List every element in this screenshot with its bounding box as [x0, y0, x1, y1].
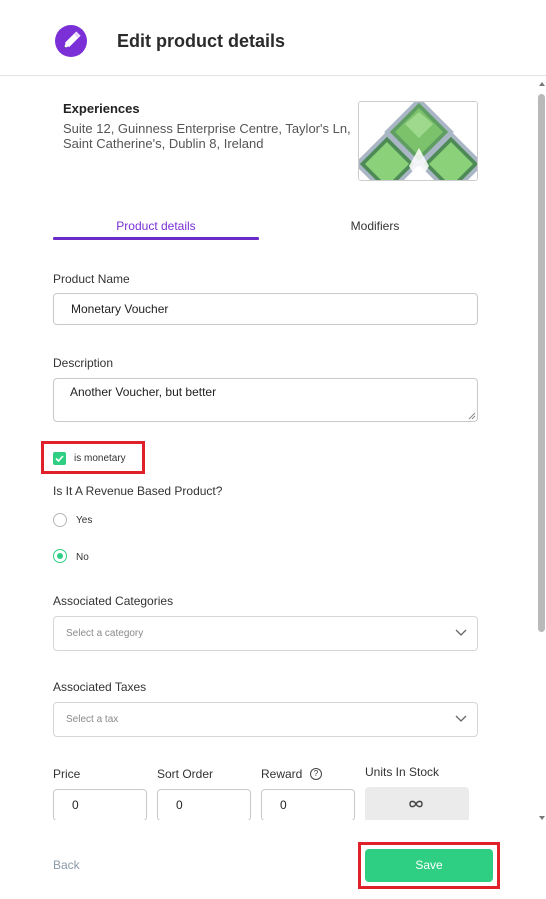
- category-placeholder: Select a category: [66, 628, 144, 639]
- header-bar: Edit product details: [0, 0, 546, 76]
- radio-no-label: No: [76, 552, 89, 563]
- radio-yes-label: Yes: [76, 515, 93, 526]
- edit-pencil-icon: [55, 25, 87, 57]
- tab-product-details[interactable]: Product details: [53, 219, 259, 233]
- experience-address: Suite 12, Guinness Enterprise Centre, Ta…: [63, 121, 351, 151]
- taxes-label: Associated Taxes: [53, 680, 147, 694]
- scroll-up-arrow-icon[interactable]: [539, 82, 545, 86]
- resize-grip-icon[interactable]: [468, 412, 476, 420]
- infinity-icon: [409, 800, 423, 808]
- tab-modifiers[interactable]: Modifiers: [272, 219, 478, 233]
- product-name-label: Product Name: [53, 272, 130, 286]
- experience-title: Experiences: [63, 101, 140, 116]
- form-scroll-area[interactable]: Experiences Suite 12, Guinness Enterpris…: [0, 77, 546, 820]
- units-in-stock-toggle[interactable]: [365, 787, 469, 820]
- product-image[interactable]: [358, 101, 478, 181]
- sort-order-label: Sort Order: [157, 767, 214, 781]
- help-question-icon[interactable]: ?: [310, 768, 322, 780]
- radio-revenue-no[interactable]: [53, 549, 67, 563]
- categories-label: Associated Categories: [53, 594, 174, 608]
- reward-input[interactable]: 0: [261, 789, 355, 820]
- chevron-down-icon: [455, 629, 467, 636]
- active-tab-indicator: [53, 237, 259, 240]
- vertical-scrollbar[interactable]: [537, 80, 546, 822]
- description-text: Another Voucher, but better: [70, 385, 217, 399]
- sort-order-input[interactable]: 0: [157, 789, 251, 820]
- units-in-stock-label: Units In Stock: [365, 765, 440, 779]
- revenue-question: Is It A Revenue Based Product?: [53, 484, 223, 498]
- is-monetary-label: is monetary: [74, 453, 126, 464]
- category-select[interactable]: Select a category: [53, 616, 478, 651]
- tax-placeholder: Select a tax: [66, 714, 119, 725]
- page-title: Edit product details: [117, 31, 286, 51]
- price-input[interactable]: 0: [53, 789, 147, 820]
- description-textarea[interactable]: Another Voucher, but better: [53, 378, 478, 422]
- scroll-thumb[interactable]: [538, 94, 545, 632]
- scroll-down-arrow-icon[interactable]: [539, 816, 545, 820]
- description-label: Description: [53, 356, 114, 370]
- back-button[interactable]: Back: [53, 858, 80, 872]
- is-monetary-checkbox[interactable]: [53, 452, 66, 465]
- reward-label: Reward: [261, 767, 303, 781]
- price-label: Price: [53, 767, 81, 781]
- product-name-input[interactable]: Monetary Voucher: [53, 293, 478, 325]
- chevron-down-icon: [455, 715, 467, 722]
- tax-select[interactable]: Select a tax: [53, 702, 478, 737]
- save-button[interactable]: Save: [365, 849, 493, 882]
- radio-revenue-yes[interactable]: [53, 513, 67, 527]
